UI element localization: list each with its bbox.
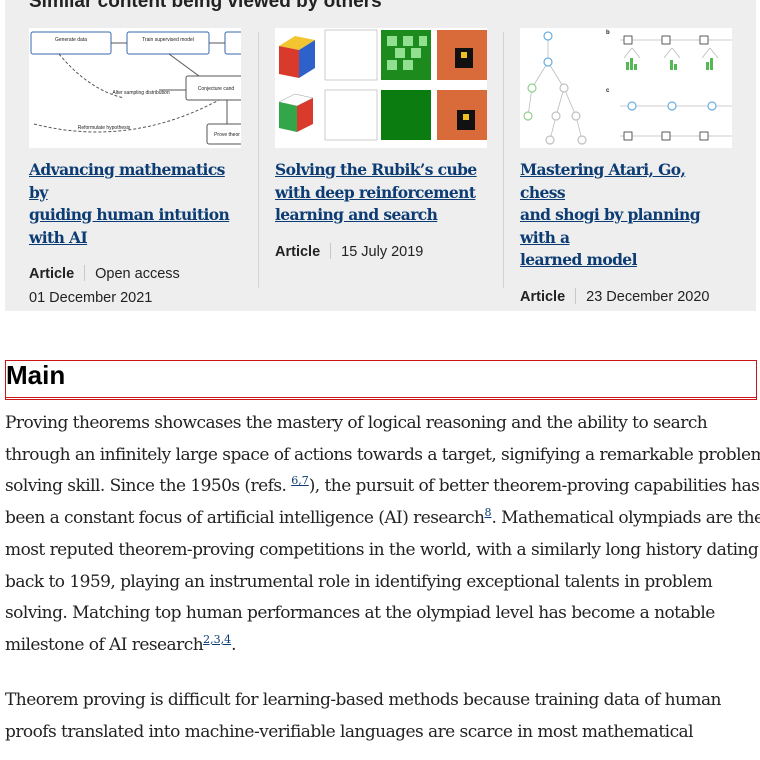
card-1-title[interactable]: Advancing mathematics by guiding human i… [29, 159, 241, 249]
main-paragraph-2: Theorem proving is difficult for learnin… [5, 690, 722, 742]
article-type-label: Article [275, 243, 321, 260]
card-3-title-link[interactable]: Mastering Atari, Go, chess and shogi by … [520, 160, 701, 269]
svg-text:b: b [606, 30, 610, 36]
card-2-title-link[interactable]: Solving the Rubik’s cube with deep reinf… [275, 160, 477, 224]
svg-text:Generate data: Generate data [55, 37, 87, 43]
svg-text:Reformulate hypothesis: Reformulate hypothesis [78, 125, 131, 131]
article-type-label: Article [520, 288, 566, 305]
citation-ref[interactable]: 2,3,4 [203, 633, 231, 646]
section-title-main: Main [5, 360, 757, 400]
card-1-thumbnail[interactable]: Generate data Train supervised model Alt… [29, 28, 241, 148]
planning-tree-diagram-image: b c [523, 30, 732, 145]
related-card-2[interactable]: Solving the Rubik’s cube with deep reinf… [275, 28, 487, 264]
card-2-meta: Article 15 July 2019 [275, 240, 487, 264]
card-1-title-link[interactable]: Advancing mathematics by guiding human i… [29, 160, 230, 247]
related-card-1[interactable]: Generate data Train supervised model Alt… [29, 28, 241, 310]
card-3-meta: Article 23 December 2020 [520, 285, 732, 309]
svg-text:Alter sampling distribution: Alter sampling distribution [112, 90, 169, 96]
related-card-3[interactable]: b c Mastering Atari, Go, chess and shogi… [520, 28, 732, 309]
published-date: 01 December 2021 [29, 290, 153, 306]
main-paragraph-1: Proving theorems showcases the mastery o… [5, 413, 760, 655]
card-3-thumbnail[interactable]: b c [520, 28, 732, 148]
green-pattern-grid [381, 30, 431, 140]
published-date: 23 December 2020 [586, 288, 710, 305]
flow-diagram-image: Generate data Train supervised model Alt… [30, 31, 241, 145]
svg-text:c: c [606, 88, 610, 94]
card-2-title[interactable]: Solving the Rubik’s cube with deep reinf… [275, 159, 487, 227]
svg-text:Train supervised model: Train supervised model [142, 37, 194, 43]
published-date: 15 July 2019 [341, 243, 424, 260]
card-2-thumbnail[interactable] [275, 28, 487, 148]
svg-text:Conjecture cand: Conjecture cand [198, 86, 235, 92]
svg-text:Prove theor: Prove theor [214, 132, 240, 138]
card-1-meta: Article Open access 01 December 2021 [29, 262, 241, 310]
related-content-heading: Similar content being viewed by others [29, 0, 382, 12]
related-content-panel: Similar content being viewed by others G… [5, 0, 756, 311]
citation-ref[interactable]: 6,7 [291, 474, 309, 487]
open-access-label: Open access [95, 266, 180, 282]
card-3-title[interactable]: Mastering Atari, Go, chess and shogi by … [520, 159, 732, 272]
article-type-label: Article [29, 266, 75, 282]
rubiks-cube-image [278, 29, 487, 141]
